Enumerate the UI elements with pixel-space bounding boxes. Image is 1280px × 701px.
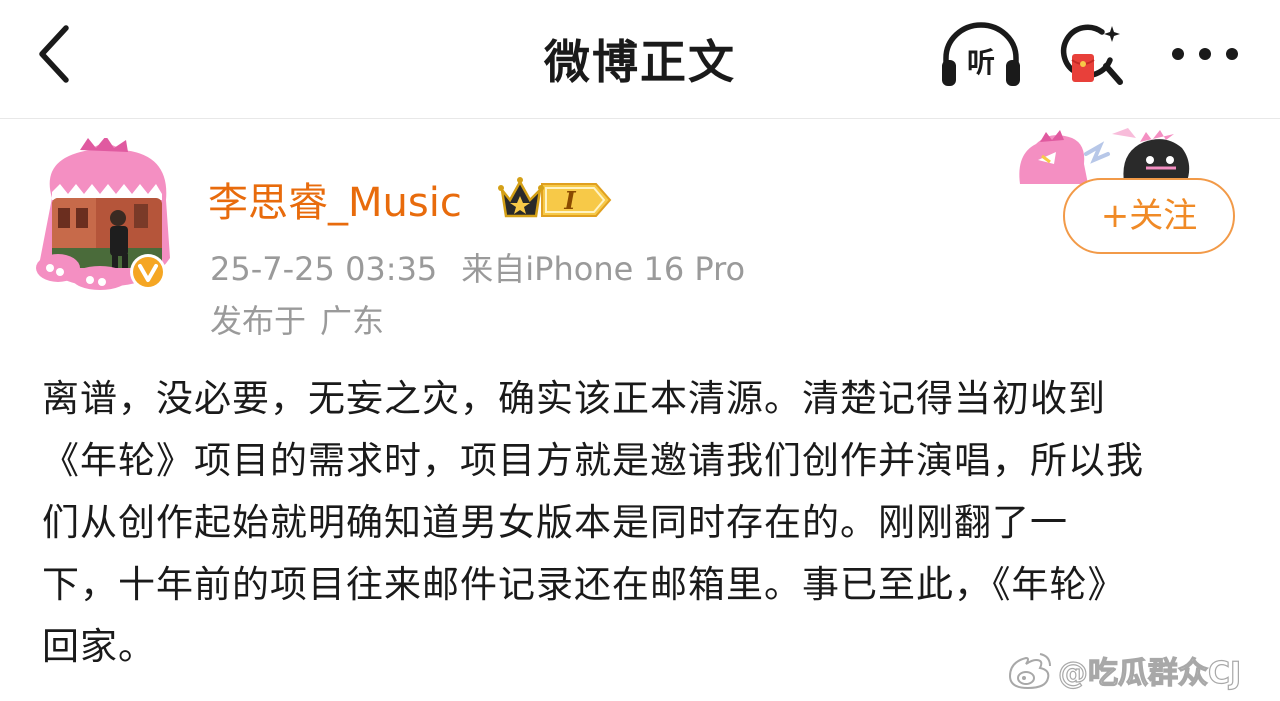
post-body-line: 们从创作起始就明确知道男女版本是同时存在的。刚刚翻了一 bbox=[42, 501, 1068, 544]
headphones-icon: 听 bbox=[942, 22, 1020, 86]
avatar-frame-pink-dino bbox=[36, 136, 170, 290]
more-button[interactable] bbox=[1168, 40, 1242, 68]
follow-button[interactable]: +关注 bbox=[1063, 178, 1235, 254]
location-value: 广东 bbox=[320, 302, 385, 340]
post-body-line: 下，十年前的项目往来邮件记录还在邮箱里。事已至此，《年轮》 bbox=[42, 563, 1126, 606]
author-name[interactable]: 李思睿_Music bbox=[208, 170, 462, 228]
post-date: 25-7-25 03:35 bbox=[210, 250, 438, 288]
search-button[interactable] bbox=[1058, 20, 1128, 90]
weibo-post-page: 微博正文 听 李思睿_Music I 25-7-25 03:35 来自iPhon… bbox=[0, 0, 1280, 701]
badge-level: I bbox=[563, 186, 576, 215]
listen-label: 听 bbox=[967, 46, 995, 79]
verified-v-icon bbox=[130, 254, 166, 290]
listen-button[interactable]: 听 bbox=[938, 22, 1024, 88]
search-redpacket-icon bbox=[1060, 24, 1123, 85]
post-body-line: 离谱，没必要，无妄之灾，确实该正本清源。清楚记得当初收到 bbox=[42, 377, 1106, 420]
crown-membership-badge: I bbox=[498, 177, 612, 218]
more-dots-icon bbox=[1172, 48, 1238, 60]
top-nav-bar: 微博正文 听 bbox=[0, 0, 1280, 119]
membership-badge[interactable]: I bbox=[496, 176, 614, 222]
post-body: 离谱，没必要，无妄之灾，确实该正本清源。清楚记得当初收到 《年轮》项目的需求时，… bbox=[42, 368, 1237, 678]
post-meta: 25-7-25 03:35 来自iPhone 16 Pro bbox=[210, 244, 745, 290]
watermark-text: @吃瓜群众CJ bbox=[1057, 655, 1242, 691]
author-avatar[interactable] bbox=[30, 136, 180, 294]
location-label: 发布于 bbox=[210, 302, 307, 340]
watermark: @吃瓜群众CJ bbox=[1006, 648, 1242, 692]
post-location: 发布于 广东 bbox=[210, 296, 384, 342]
post-source: 来自iPhone 16 Pro bbox=[461, 250, 746, 288]
post-body-line: 《年轮》项目的需求时，项目方就是邀请我们创作并演唱，所以我 bbox=[42, 439, 1144, 482]
weibo-logo-icon bbox=[1008, 653, 1051, 690]
